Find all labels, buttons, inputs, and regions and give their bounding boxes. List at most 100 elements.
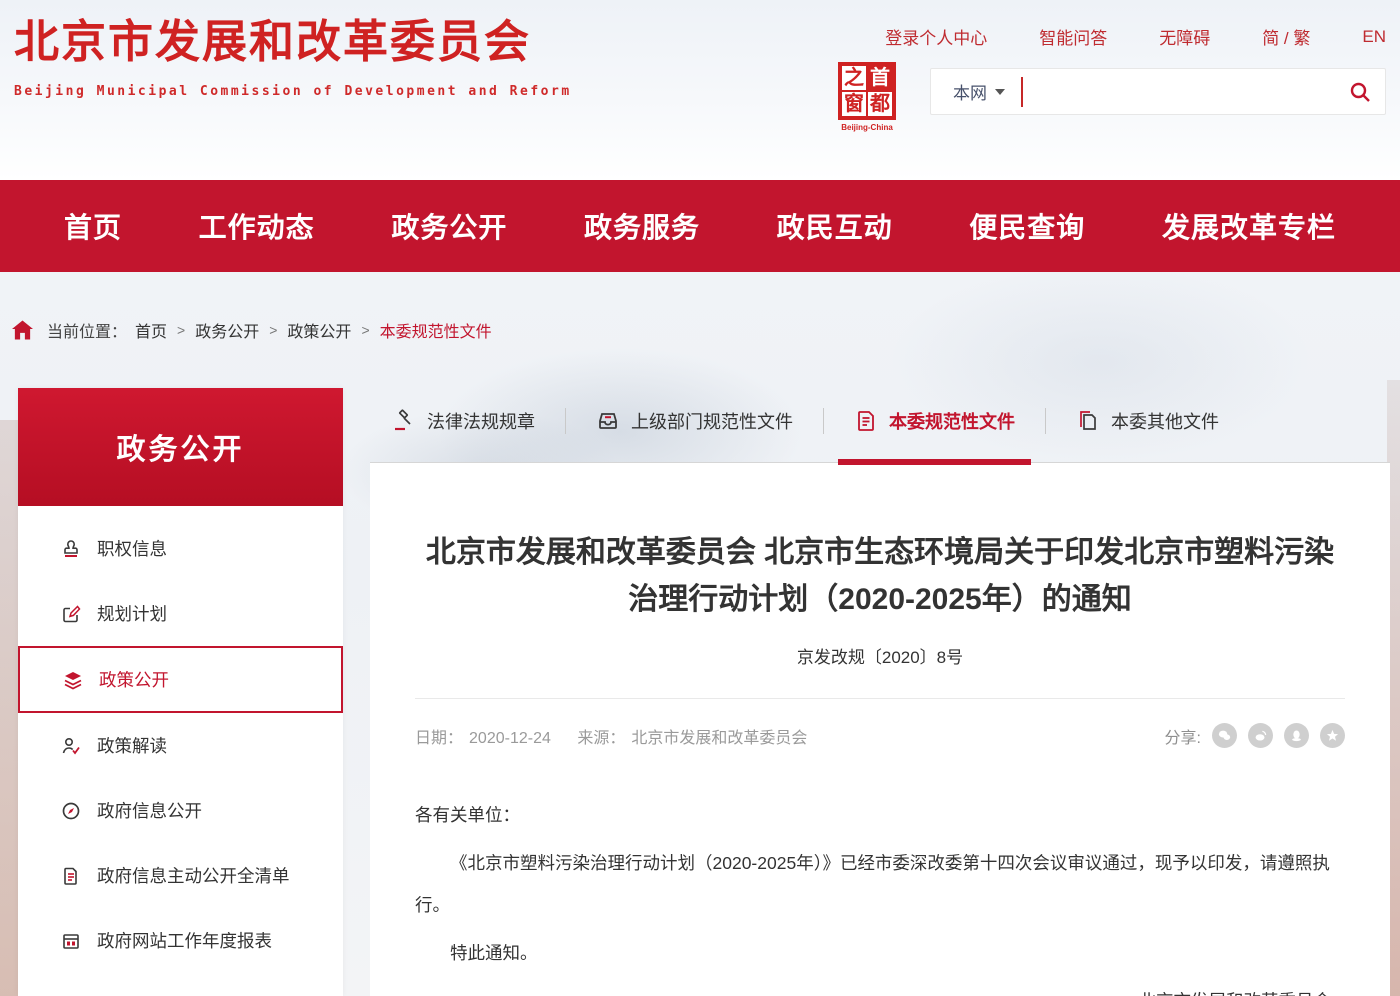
inbox-icon xyxy=(596,409,620,433)
share-qzone-button[interactable] xyxy=(1320,723,1345,748)
sidebar-title: 政务公开 xyxy=(18,388,343,506)
breadcrumb-separator: > xyxy=(177,322,185,338)
site-title: 北京市发展和改革委员会 xyxy=(14,12,572,72)
person-check-icon xyxy=(60,735,82,757)
date-source: 日期： 2020-12-24 来源： 北京市发展和改革委员会 xyxy=(415,724,829,748)
signature: 北京市发展和改革委员会 xyxy=(415,980,1345,996)
breadcrumb-label: 当前位置： xyxy=(47,318,127,342)
sidebar-item-label: 职权信息 xyxy=(97,536,167,561)
sidebar-item-proactive-disclosure-list[interactable]: 政府信息主动公开全清单 xyxy=(18,843,343,908)
files-icon xyxy=(1076,409,1100,433)
stamp-icon xyxy=(60,538,82,560)
document-number: 京发改规〔2020〕8号 xyxy=(415,643,1345,668)
breadcrumb-gov-affairs[interactable]: 政务公开 xyxy=(195,318,259,342)
nav-item-gov-services[interactable]: 政务服务 xyxy=(584,206,700,246)
share-wechat-button[interactable] xyxy=(1212,723,1237,748)
tab-superior-normative-docs[interactable]: 上级部门规范性文件 xyxy=(566,397,823,445)
breadcrumb-policy-disclosure[interactable]: 政策公开 xyxy=(287,318,351,342)
accessibility-link[interactable]: 无障碍 xyxy=(1159,24,1210,49)
qq-icon xyxy=(1290,729,1303,742)
sidebar-item-decision-catalog[interactable]: 决策目录 xyxy=(18,973,343,996)
date-value: 2020-12-24 xyxy=(469,730,551,747)
nav-item-convenient-query[interactable]: 便民查询 xyxy=(969,206,1085,246)
sidebar-item-label: 政府信息公开 xyxy=(97,798,202,823)
nav-item-public-interaction[interactable]: 政民互动 xyxy=(777,206,893,246)
document-icon xyxy=(854,409,878,433)
document-list-icon xyxy=(60,865,82,887)
share-qq-button[interactable] xyxy=(1284,723,1309,748)
share-label: 分享: xyxy=(1165,724,1201,748)
divider xyxy=(415,698,1345,699)
background-image-left-edge xyxy=(0,420,18,996)
tab-label: 上级部门规范性文件 xyxy=(631,408,793,434)
sidebar-item-label: 规划计划 xyxy=(97,601,167,626)
breadcrumb-separator: > xyxy=(269,322,277,338)
article-title: 北京市发展和改革委员会 北京市生态环境局关于印发北京市塑料污染治理行动计划（20… xyxy=(415,529,1345,623)
search-scope-label: 本网 xyxy=(953,79,987,104)
seal-caption: Beijing-China xyxy=(836,123,898,132)
sidebar-item-policy-interpretation[interactable]: 政策解读 xyxy=(18,713,343,778)
sidebar-item-label: 政策解读 xyxy=(97,733,167,758)
seal-char: 首 xyxy=(867,65,893,91)
breadcrumb-home[interactable]: 首页 xyxy=(135,318,167,342)
sidebar-item-policy-disclosure[interactable]: 政策公开 xyxy=(18,646,343,713)
nav-item-home[interactable]: 首页 xyxy=(64,206,122,246)
english-link[interactable]: EN xyxy=(1362,27,1386,47)
seal-char: 之 xyxy=(841,65,867,91)
sidebar-item-label: 政策公开 xyxy=(99,667,169,692)
wechat-icon xyxy=(1218,729,1231,742)
tab-commission-other-docs[interactable]: 本委其他文件 xyxy=(1046,397,1249,445)
salutation: 各有关单位： xyxy=(415,794,1345,836)
search-bar: 本网 xyxy=(930,68,1386,115)
tab-label: 本委其他文件 xyxy=(1111,408,1219,434)
date-label: 日期： xyxy=(415,730,463,747)
compass-icon xyxy=(60,800,82,822)
seal-char: 窗 xyxy=(841,91,867,117)
layers-icon xyxy=(62,669,84,691)
breadcrumb: 当前位置： 首页 > 政务公开 > 政策公开 > 本委规范性文件 xyxy=(12,318,492,342)
site-header: 北京市发展和改革委员会 Beijing Municipal Commission… xyxy=(0,0,1400,180)
smart-qa-link[interactable]: 智能问答 xyxy=(1039,24,1107,49)
seal-grid: 之 首 窗 都 xyxy=(838,62,896,120)
nav-item-work-updates[interactable]: 工作动态 xyxy=(199,206,315,246)
source-label: 来源： xyxy=(577,730,625,747)
breadcrumb-separator: > xyxy=(361,322,369,338)
sidebar-item-gov-info-disclosure[interactable]: 政府信息公开 xyxy=(18,778,343,843)
nav-item-reform-column[interactable]: 发展改革专栏 xyxy=(1162,206,1336,246)
sidebar-item-label: 政府网站工作年度报表 xyxy=(97,928,272,953)
share-bar: 分享: xyxy=(1165,723,1345,748)
sidebar-item-label: 政府信息主动公开全清单 xyxy=(97,863,290,888)
sidebar-item-plans[interactable]: 规划计划 xyxy=(18,581,343,646)
chevron-down-icon xyxy=(995,89,1005,95)
weibo-icon xyxy=(1254,729,1267,742)
sidebar-item-annual-website-report[interactable]: 政府网站工作年度报表 xyxy=(18,908,343,973)
article-card: 北京市发展和改革委员会 北京市生态环境局关于印发北京市塑料污染治理行动计划（20… xyxy=(370,463,1390,996)
search-scope-dropdown[interactable]: 本网 xyxy=(931,79,1021,104)
article-meta: 日期： 2020-12-24 来源： 北京市发展和改革委员会 分享: xyxy=(415,723,1345,748)
paragraph: 特此通知。 xyxy=(415,932,1345,974)
tab-commission-normative-docs[interactable]: 本委规范性文件 xyxy=(824,397,1045,445)
nav-item-gov-affairs[interactable]: 政务公开 xyxy=(391,206,507,246)
main-nav: 首页 工作动态 政务公开 政务服务 政民互动 便民查询 发展改革专栏 xyxy=(0,180,1400,272)
sidebar: 政务公开 职权信息 规划计划 xyxy=(18,388,343,996)
sidebar-list: 职权信息 规划计划 政策公开 xyxy=(18,506,343,996)
tab-laws-regulations[interactable]: 法律法规规章 xyxy=(388,397,565,445)
paragraph: 《北京市塑料污染治理行动计划（2020-2025年）》已经市委深改委第十四次会议… xyxy=(415,842,1345,926)
source-value: 北京市发展和改革委员会 xyxy=(631,730,807,747)
breadcrumb-current: 本委规范性文件 xyxy=(380,318,492,342)
capital-window-seal-logo[interactable]: 之 首 窗 都 Beijing-China xyxy=(836,62,898,132)
share-weibo-button[interactable] xyxy=(1248,723,1273,748)
site-logo: 北京市发展和改革委员会 Beijing Municipal Commission… xyxy=(14,12,572,99)
article-body: 各有关单位： 《北京市塑料污染治理行动计划（2020-2025年）》已经市委深改… xyxy=(415,794,1345,996)
simplified-traditional-link[interactable]: 简 / 繁 xyxy=(1262,24,1310,49)
login-link[interactable]: 登录个人中心 xyxy=(885,24,987,49)
site-subtitle: Beijing Municipal Commission of Developm… xyxy=(14,84,572,99)
search-icon xyxy=(1348,80,1372,104)
category-tabs: 法律法规规章 上级部门规范性文件 本委规范性文件 xyxy=(370,380,1390,463)
top-utility-links: 登录个人中心 智能问答 无障碍 简 / 繁 EN xyxy=(833,24,1386,49)
search-button[interactable] xyxy=(1335,69,1385,114)
search-input[interactable] xyxy=(1023,69,1335,114)
tab-label: 法律法规规章 xyxy=(427,408,535,434)
sidebar-item-authority-info[interactable]: 职权信息 xyxy=(18,516,343,581)
home-icon xyxy=(12,320,33,340)
